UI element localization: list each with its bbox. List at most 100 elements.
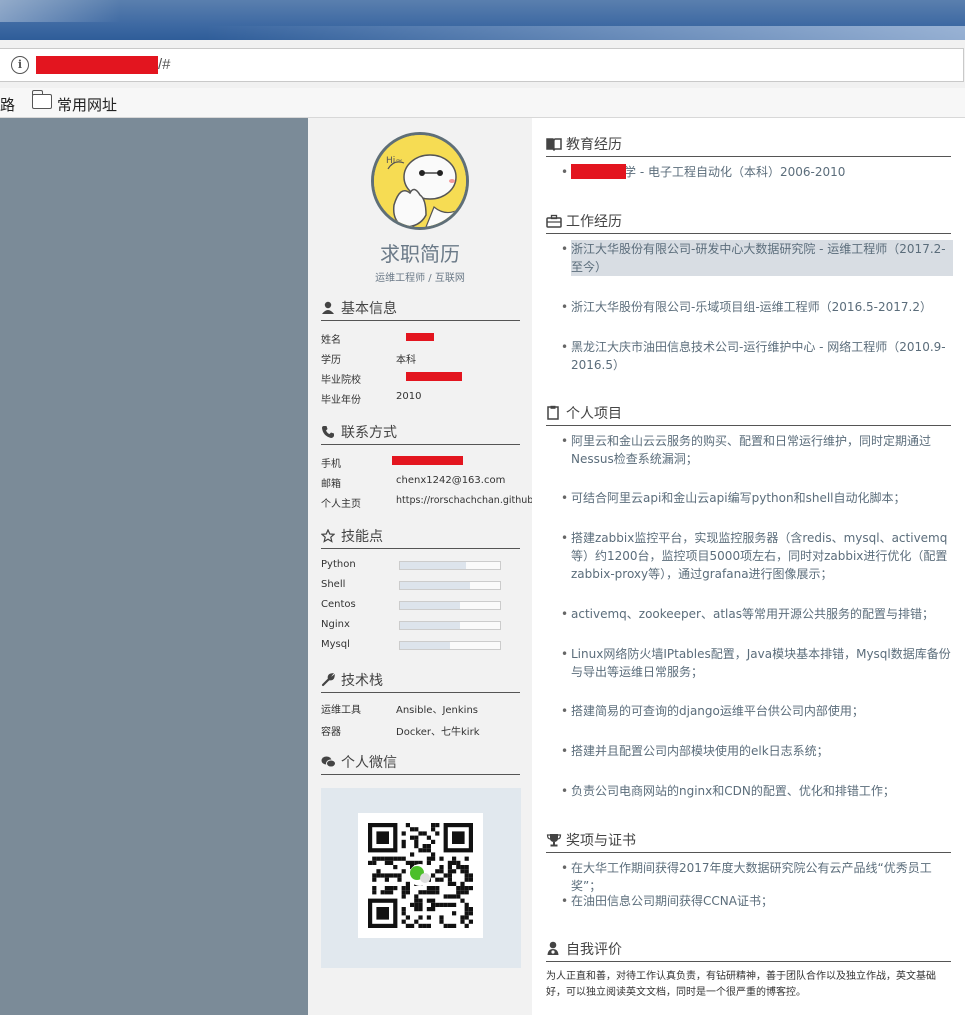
- education-header: 教育经历: [546, 134, 951, 157]
- section-title: 个人微信: [341, 755, 397, 771]
- clipboard-icon: [546, 405, 562, 420]
- trophy-icon: [546, 833, 562, 847]
- window-titlebar: [0, 0, 965, 40]
- info-key: 毕业年份: [321, 395, 361, 406]
- info-value: Docker、七牛kirk: [396, 727, 480, 738]
- work-item: 浙江大华股份有限公司-研发中心大数据研究院 - 运维工程师（2017.2-至今）: [561, 240, 953, 276]
- bookmark-item[interactable]: 路: [0, 94, 15, 115]
- self-eval-text: 为人正直和善，对待工作认真负责，有钻研精神，善于团队合作以及独立作战，英文基础好…: [546, 971, 936, 998]
- basic-info-header: 基本信息: [321, 298, 520, 321]
- section-title: 基本信息: [341, 301, 397, 317]
- bookmark-folder-label[interactable]: 常用网址: [57, 94, 117, 115]
- email-value[interactable]: chenx1242@163.com: [396, 475, 505, 486]
- section-title: 技术栈: [341, 673, 383, 689]
- work-header: 工作经历: [546, 211, 951, 234]
- education-text: 学 - 电子工程自动化（本科）2006-2010: [624, 165, 846, 179]
- address-field[interactable]: i /#: [0, 48, 964, 82]
- skill-level-bar: [399, 581, 501, 590]
- skill-name: Nginx: [321, 619, 350, 630]
- star-icon: [320, 528, 337, 543]
- self-eval-header: 自我评价: [546, 939, 951, 962]
- award-item: 在油田信息公司期间获得CCNA证书；: [561, 892, 953, 910]
- contact-header: 联系方式: [321, 422, 520, 445]
- work-item: 浙江大华股份有限公司-乐域项目组-运维工程师（2016.5-2017.2）: [561, 298, 953, 316]
- skill-level-fill: [400, 602, 460, 609]
- tab-ghost[interactable]: [0, 0, 120, 22]
- redacted-school: [571, 164, 626, 179]
- info-value: 2010: [396, 391, 422, 402]
- project-item: 搭建zabbix监控平台，实现监控服务器（含redis、mysql、active…: [561, 529, 953, 583]
- skill-level-fill: [400, 622, 460, 629]
- user-icon: [321, 301, 337, 315]
- redacted-value: [406, 372, 462, 381]
- project-item: 搭建并且配置公司内部模块使用的elk日志系统；: [561, 742, 953, 760]
- awards-header: 奖项与证书: [546, 830, 951, 853]
- svg-text:Hi~: Hi~: [386, 156, 403, 166]
- info-key: 邮箱: [321, 479, 341, 490]
- skill-level-fill: [400, 582, 470, 589]
- info-key: 学历: [321, 355, 341, 366]
- url-redacted: [36, 56, 158, 74]
- titlebar-glare: [205, 26, 965, 40]
- wechat-qr-panel: [321, 788, 521, 968]
- wechat-qr-code[interactable]: [358, 813, 483, 938]
- book-icon: [546, 137, 562, 152]
- sidebar: Hi~ 求职简历 运维工程师 / 互联网 基本信息 姓名 学历 本科 毕业院校 …: [308, 118, 545, 1015]
- user-badge-icon: [546, 941, 562, 955]
- redacted-value: [406, 333, 434, 341]
- section-title: 教育经历: [566, 137, 622, 153]
- resume-subtitle: 运维工程师 / 互联网: [375, 273, 465, 284]
- info-key: 手机: [321, 459, 341, 470]
- baymax-avatar-image: Hi~: [374, 135, 466, 227]
- main-content: 教育经历 学 - 电子工程自动化（本科）2006-2010 工作经历 浙江大华股…: [532, 118, 965, 1015]
- wechat-icon: [321, 755, 337, 769]
- phone-icon: [321, 425, 337, 439]
- skill-level-bar: [399, 641, 501, 650]
- wrench-icon: [321, 673, 337, 687]
- info-key: 个人主页: [321, 499, 361, 510]
- skill-level-fill: [400, 562, 466, 569]
- info-value: 本科: [396, 355, 416, 366]
- project-item: Linux网络防火墙IPtables配置，Java模块基本排错，Mysql数据库…: [561, 645, 953, 681]
- project-item: 可结合阿里云api和金山云api编写python和shell自动化脚本；: [561, 489, 953, 507]
- skills-header: 技能点: [320, 526, 520, 549]
- section-title: 联系方式: [341, 425, 397, 441]
- section-title: 技能点: [341, 529, 383, 545]
- skill-level-bar: [399, 561, 501, 570]
- resume-title: 求职简历: [380, 242, 460, 266]
- bookmarks-bar: 路 常用网址: [0, 88, 965, 118]
- wechat-header: 个人微信: [321, 752, 520, 775]
- skill-name: Mysql: [321, 639, 350, 650]
- info-key: 容器: [321, 727, 341, 738]
- project-item: 阿里云和金山云云服务的购买、配置和日常运行维护，同时定期通过Nessus检查系统…: [561, 432, 953, 468]
- skill-level-bar: [399, 601, 501, 610]
- education-item: 学 - 电子工程自动化（本科）2006-2010: [561, 163, 953, 181]
- avatar: Hi~: [371, 132, 469, 230]
- skill-level-bar: [399, 621, 501, 630]
- info-key: 毕业院校: [321, 375, 361, 386]
- section-title: 奖项与证书: [566, 833, 636, 849]
- stack-header: 技术栈: [321, 670, 520, 693]
- project-item: 搭建简易的可查询的django运维平台供公司内部使用；: [561, 702, 953, 720]
- project-item: activemq、zookeeper、atlas等常用开源公共服务的配置与排错；: [561, 605, 953, 623]
- section-title: 工作经历: [566, 214, 622, 230]
- skill-level-fill: [400, 642, 450, 649]
- skill-name: Python: [321, 559, 356, 570]
- folder-icon: [31, 90, 52, 109]
- info-icon[interactable]: i: [11, 56, 29, 74]
- page-background: [0, 118, 308, 1015]
- project-item: 负责公司电商网站的nginx和CDN的配置、优化和排错工作；: [561, 782, 953, 800]
- address-bar-area: i /#: [0, 40, 965, 88]
- homepage-link[interactable]: https://rorschachchan.github.io: [396, 495, 545, 506]
- url-suffix: /#: [158, 56, 171, 73]
- work-item: 黑龙江大庆市油田信息技术公司-运行维护中心 - 网络工程师（2010.9-201…: [561, 338, 953, 374]
- section-title: 自我评价: [566, 942, 622, 958]
- skill-name: Centos: [321, 599, 356, 610]
- info-key: 姓名: [321, 335, 341, 346]
- award-item: 在大华工作期间获得2017年度大数据研究院公有云产品线“优秀员工奖”；: [561, 859, 953, 895]
- briefcase-icon: [546, 214, 562, 228]
- projects-header: 个人项目: [546, 403, 951, 426]
- section-title: 个人项目: [566, 406, 622, 422]
- skill-name: Shell: [321, 579, 346, 590]
- info-value: Ansible、Jenkins: [396, 705, 479, 716]
